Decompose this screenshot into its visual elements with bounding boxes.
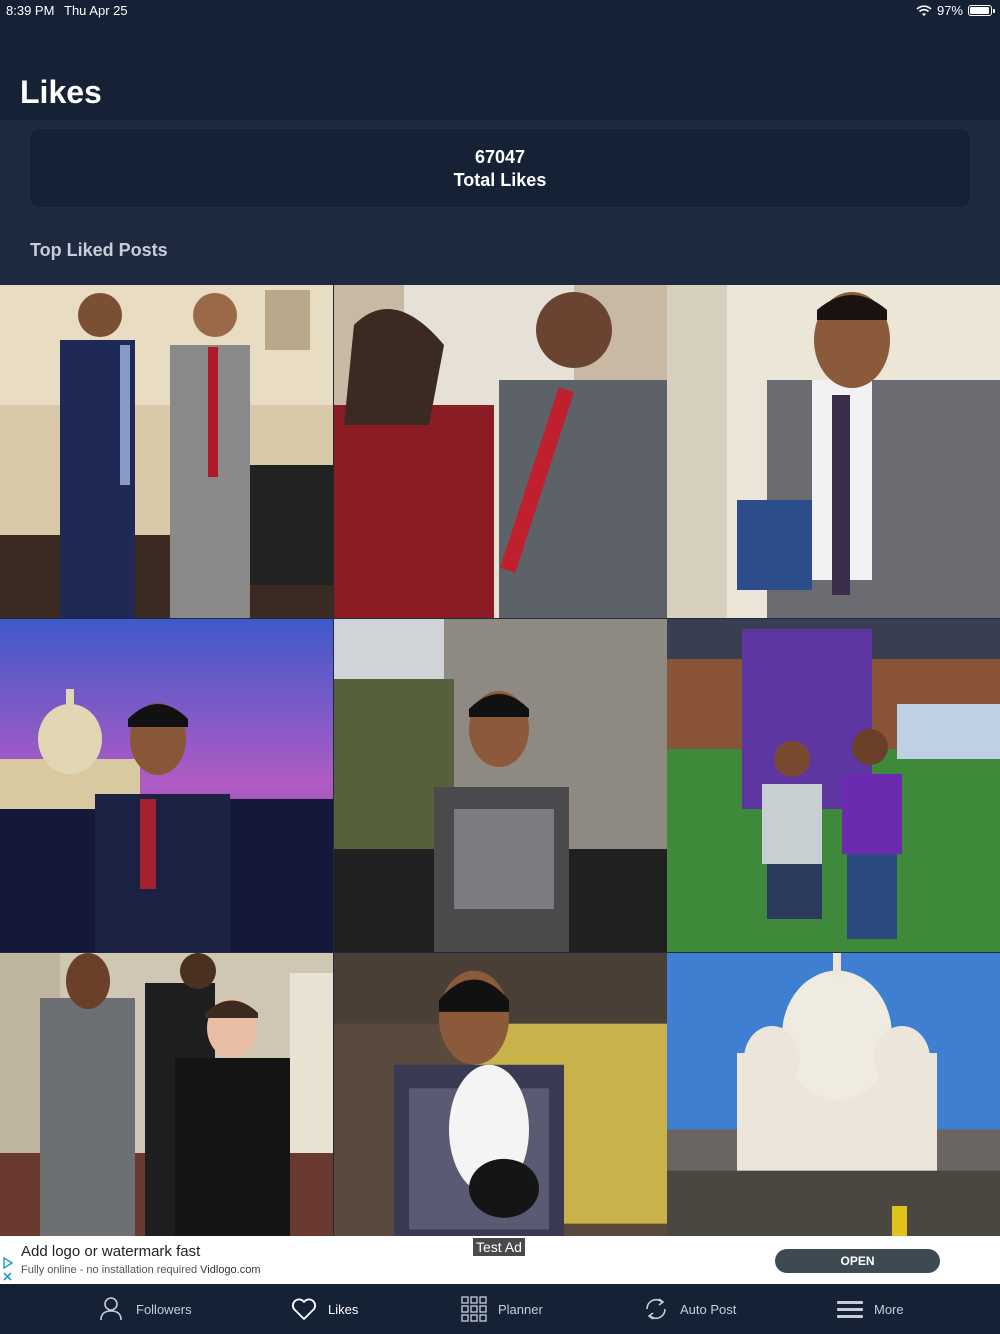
wifi-icon: [916, 4, 932, 16]
page-title: Likes: [20, 74, 102, 110]
post-photo: [0, 285, 333, 618]
status-right: 97%: [916, 3, 995, 18]
post-photo: [667, 619, 1000, 952]
ad-subtitle-text: Fully online - no installation required: [21, 1264, 198, 1276]
post-tile[interactable]: [334, 619, 667, 952]
post-photo: [334, 285, 667, 618]
menu-icon: [837, 1301, 863, 1318]
ad-choices-icon[interactable]: [3, 1256, 13, 1282]
tab-likes[interactable]: Likes: [290, 1284, 358, 1334]
tab-label: Likes: [328, 1301, 359, 1317]
post-tile[interactable]: [0, 285, 333, 618]
repeat-icon: [646, 1298, 666, 1320]
post-photo: [667, 285, 1000, 618]
post-tile[interactable]: [667, 285, 1000, 618]
nav-header: Likes: [0, 22, 1000, 120]
section-title: Top Liked Posts: [30, 240, 168, 260]
battery-icon: [968, 5, 995, 16]
total-likes-card: 67047 Total Likes: [30, 129, 970, 207]
top-posts-grid: [0, 285, 1000, 1286]
tab-label: More: [874, 1301, 904, 1317]
post-tile[interactable]: [334, 285, 667, 618]
grid-icon: [461, 1296, 487, 1322]
tab-more[interactable]: More: [836, 1284, 904, 1334]
ad-open-button[interactable]: OPEN: [775, 1249, 940, 1273]
post-photo: [0, 619, 333, 952]
total-likes-label: Total Likes: [453, 170, 547, 190]
tab-label: Planner: [498, 1301, 543, 1317]
ad-banner[interactable]: Add logo or watermark fast Fully online …: [0, 1236, 1000, 1284]
tab-followers[interactable]: Followers: [98, 1284, 192, 1334]
post-photo: [334, 619, 667, 952]
person-icon: [100, 1297, 122, 1321]
ad-brand: Vidlogo.com: [200, 1264, 261, 1276]
ad-title: Add logo or watermark fast: [21, 1243, 201, 1260]
heart-icon: [292, 1298, 316, 1320]
tab-label: Auto Post: [680, 1301, 737, 1317]
status-bar: 8:39 PM Thu Apr 25 97%: [0, 0, 1000, 22]
post-tile[interactable]: [0, 619, 333, 952]
ad-subtitle: Fully online - no installation required …: [21, 1264, 261, 1276]
status-date: Thu Apr 25: [64, 3, 128, 18]
test-ad-badge: Test Ad: [473, 1238, 525, 1256]
battery-percent: 97%: [936, 3, 963, 18]
total-likes-value: 67047: [474, 147, 526, 167]
status-time: 8:39 PM: [6, 3, 55, 18]
tab-auto-post[interactable]: Auto Post: [642, 1284, 736, 1334]
post-tile[interactable]: [667, 619, 1000, 952]
tab-label: Followers: [136, 1301, 192, 1317]
tab-bar: Followers Likes Planner Auto Post More: [0, 1284, 1000, 1334]
tab-planner[interactable]: Planner: [460, 1284, 543, 1334]
